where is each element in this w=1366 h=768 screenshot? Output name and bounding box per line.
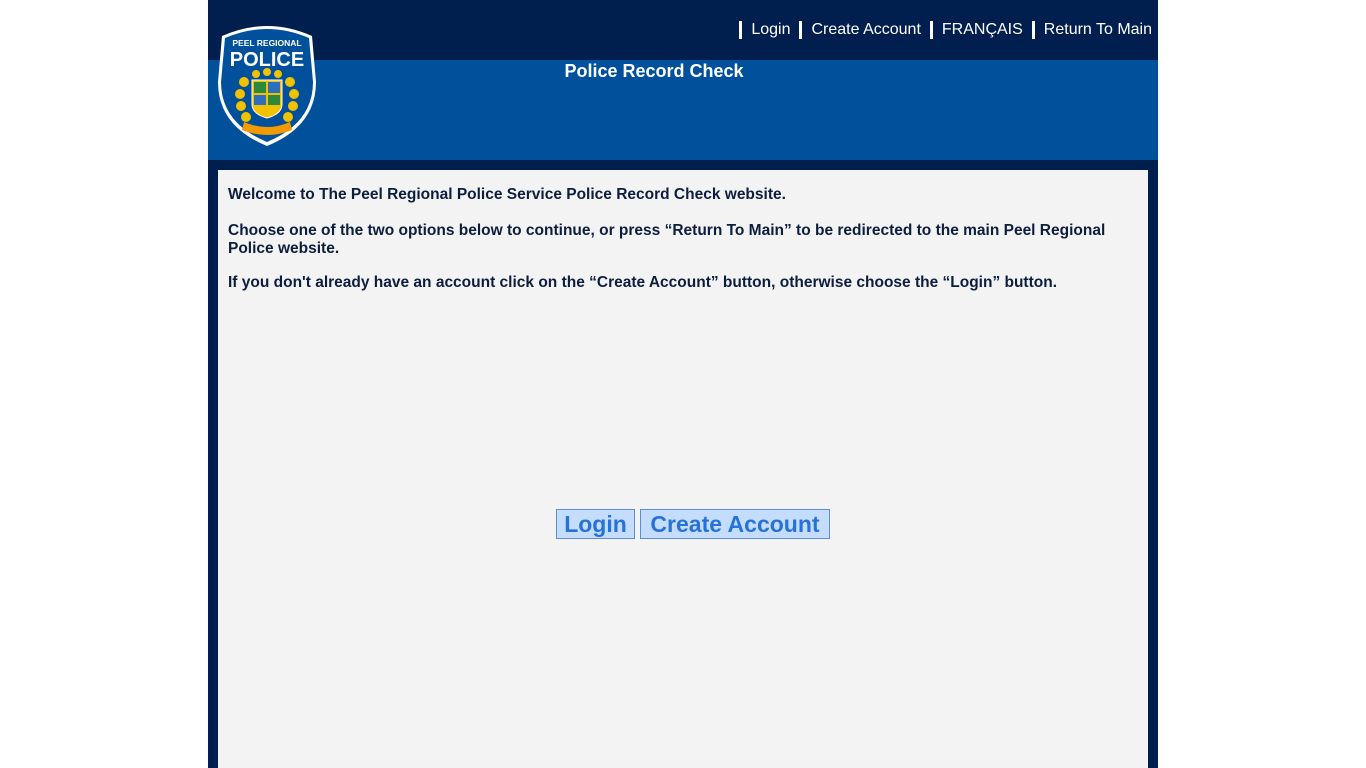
account-paragraph: If you don't already have an account cli… [228,274,1058,291]
logo-text-peel-regional: PEEL REGIONAL [232,38,301,48]
welcome-paragraph: Welcome to The Peel Regional Police Serv… [228,186,786,203]
nav-login-link[interactable]: Login [751,21,790,39]
create-account-button[interactable]: Create Account [640,509,830,539]
police-badge-logo: PEEL REGIONAL POLICE [218,26,316,146]
nav-return-to-main-link[interactable]: Return To Main [1044,21,1152,39]
nav-separator [739,21,743,39]
page-frame: Login Create Account FRANÇAIS Return To … [208,0,1158,768]
instructions-paragraph: Choose one of the two options below to c… [228,222,1106,257]
coat-of-arms-shield-icon [251,79,283,119]
nav-separator [929,21,933,39]
nav-separator [1031,21,1035,39]
nav-francais-link[interactable]: FRANÇAIS [942,21,1023,39]
top-nav: Login Create Account FRANÇAIS Return To … [730,19,1152,41]
main-content: Welcome to The Peel Regional Police Serv… [218,170,1148,768]
page-title: Police Record Check [564,61,744,81]
nav-separator [799,21,803,39]
nav-create-account-link[interactable]: Create Account [811,21,920,39]
login-button[interactable]: Login [556,509,635,539]
